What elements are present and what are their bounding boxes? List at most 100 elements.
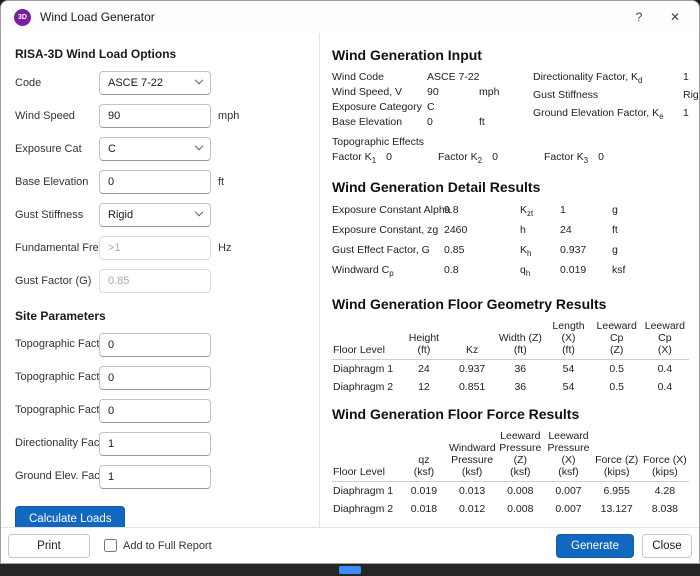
column-header: Floor Level: [332, 319, 400, 360]
detail-value2: 0.937: [560, 242, 612, 262]
table-cell: 0.4: [641, 360, 689, 379]
detail-label: Windward Cp: [332, 262, 444, 282]
ground-elev-ke-input[interactable]: [99, 465, 211, 489]
detail-row: Gust Effect Factor, G 0.85 Kh 0.937 g: [332, 242, 689, 262]
add-to-full-report-checkbox[interactable]: [104, 539, 117, 552]
table-cell: 4.28: [641, 482, 689, 501]
topo-k1-row: Topographic Factor, K1: [15, 333, 305, 357]
column-header: Leeward Cp (Z): [593, 319, 641, 360]
table-cell: 0.013: [448, 482, 496, 501]
geometry-table: Floor Level Height (ft) Kz Width (Z) (ft…: [332, 319, 689, 396]
topo-k3-input[interactable]: [99, 399, 211, 423]
field-label: Wind Speed, V: [332, 85, 427, 100]
field-label: Gust Stiffness: [533, 88, 683, 106]
topo-k2-input[interactable]: [99, 366, 211, 390]
column-header: Leeward Pressure (Z) (ksf): [496, 429, 544, 482]
print-button[interactable]: Print: [8, 534, 90, 558]
wind-speed-unit: mph: [218, 110, 239, 122]
gust-factor-label: Gust Factor (G): [15, 275, 99, 287]
table-cell: 13.127: [593, 500, 641, 518]
gust-factor-row: Gust Factor (G): [15, 269, 305, 293]
wind-speed-row: Wind Speed mph: [15, 104, 305, 128]
table-cell: 12: [400, 378, 448, 396]
table-cell: 36: [496, 378, 544, 396]
title-bar: 3D Wind Load Generator ? ✕: [1, 1, 699, 33]
table-cell: Diaphragm 2: [332, 500, 400, 518]
table-cell: 24: [400, 360, 448, 379]
report-field: Directionality Factor, Kd 1: [533, 70, 699, 88]
ground-elev-ke-label: Ground Elev. Factor, Ke: [15, 470, 99, 484]
table-cell: 0.012: [448, 500, 496, 518]
field-value: 1: [683, 106, 699, 124]
table-row: Diaphragm 2 12 0.851 36 54 0.5 0.4: [332, 378, 689, 396]
field-label: Wind Code: [332, 70, 427, 85]
detail-value: 0.85: [444, 242, 520, 262]
detail-label2: Kzt: [520, 202, 560, 222]
force-table: Floor Level qz (ksf) Windward Pressure (…: [332, 429, 689, 518]
table-cell: 54: [544, 360, 592, 379]
chevron-down-icon: [195, 76, 203, 84]
table-cell: 0.019: [400, 482, 448, 501]
directionality-kd-input[interactable]: [99, 432, 211, 456]
report-force-title: Wind Generation Floor Force Results: [332, 406, 689, 422]
table-cell: Diaphragm 1: [332, 482, 400, 501]
column-header: Length (X) (ft): [544, 319, 592, 360]
field-value: C: [427, 100, 479, 115]
detail-label: Exposure Constant Alpha: [332, 202, 444, 222]
close-button[interactable]: Close: [642, 534, 692, 558]
table-header-row: Floor Level qz (ksf) Windward Pressure (…: [332, 429, 689, 482]
column-header: Force (Z) (kips): [593, 429, 641, 482]
calculate-loads-button[interactable]: Calculate Loads: [15, 506, 125, 527]
table-cell: 0.008: [496, 482, 544, 501]
field-value: 1: [683, 70, 699, 88]
ground-elev-ke-row: Ground Elev. Factor, Ke: [15, 465, 305, 489]
chevron-down-icon: [195, 208, 203, 216]
wind-speed-label: Wind Speed: [15, 110, 99, 122]
gust-stiffness-select[interactable]: Rigid: [99, 203, 211, 227]
topo-k2-label: Topographic Factor, K2: [15, 371, 99, 385]
column-header: Windward Pressure (ksf): [448, 429, 496, 482]
close-window-button[interactable]: ✕: [657, 4, 693, 30]
code-row: Code ASCE 7-22: [15, 71, 305, 95]
base-elevation-input[interactable]: [99, 170, 211, 194]
taskbar-app-icon[interactable]: [339, 566, 361, 574]
topographic-factors-row: Factor K10 Factor K20 Factor K30: [332, 151, 689, 165]
options-panel: RISA-3D Wind Load Options Code ASCE 7-22…: [1, 33, 319, 527]
fundamental-freq-label: Fundamental Freq.: [15, 242, 99, 254]
wind-speed-input[interactable]: [99, 104, 211, 128]
fundamental-freq-row: Fundamental Freq. Hz: [15, 236, 305, 260]
code-select[interactable]: ASCE 7-22: [99, 71, 211, 95]
topo-k1-input[interactable]: [99, 333, 211, 357]
exposure-select[interactable]: C: [99, 137, 211, 161]
site-section-title: Site Parameters: [15, 309, 305, 323]
add-to-full-report-label: Add to Full Report: [123, 540, 212, 552]
table-cell: Diaphragm 1: [332, 360, 400, 379]
detail-unit: ft: [612, 222, 648, 242]
gust-stiffness-row: Gust Stiffness Rigid: [15, 203, 305, 227]
dialog-footer: Print Add to Full Report Generate Close: [1, 527, 699, 563]
table-cell: 54: [544, 378, 592, 396]
help-button[interactable]: ?: [621, 4, 657, 30]
exposure-select-value: C: [108, 143, 116, 155]
field-unit: ft: [479, 115, 507, 130]
table-cell: 0.008: [496, 500, 544, 518]
factor-k1: Factor K10: [332, 151, 392, 165]
report-detail-title: Wind Generation Detail Results: [332, 179, 689, 195]
detail-row: Windward Cp 0.8 qh 0.019 ksf: [332, 262, 689, 282]
field-label: Exposure Category: [332, 100, 427, 115]
detail-value: 9.8: [444, 202, 520, 222]
factor-k3: Factor K30: [544, 151, 604, 165]
field-value: 90: [427, 85, 479, 100]
taskbar: [0, 564, 700, 576]
table-cell: 0.851: [448, 378, 496, 396]
table-row: Diaphragm 2 0.018 0.012 0.008 0.007 13.1…: [332, 500, 689, 518]
column-header: Height (ft): [400, 319, 448, 360]
fundamental-freq-input: [99, 236, 211, 260]
gust-factor-input: [99, 269, 211, 293]
report-field: Ground Elevation Factor, Ke 1: [533, 106, 699, 124]
detail-label: Gust Effect Factor, G: [332, 242, 444, 262]
field-label: Directionality Factor, Kd: [533, 70, 683, 88]
generate-button[interactable]: Generate: [556, 534, 634, 558]
detail-label2: h: [520, 222, 560, 242]
column-header: Floor Level: [332, 429, 400, 482]
